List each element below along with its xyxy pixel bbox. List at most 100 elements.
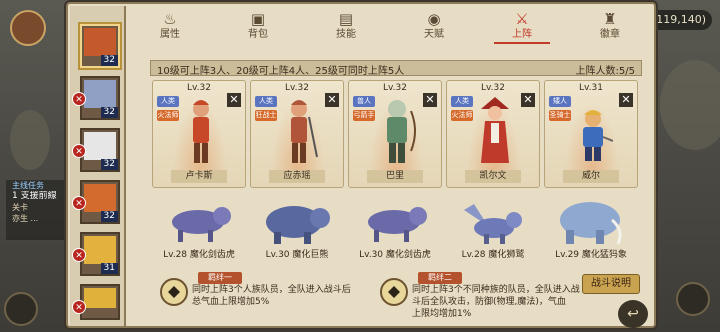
remove-hero-button[interactable]: ✕ xyxy=(521,93,535,107)
mount-label: Lv.30 魔化剑齿虎 xyxy=(359,250,431,260)
roster-hero[interactable]: ✕ 32 xyxy=(72,180,120,224)
hero-card[interactable]: Lv.32 ✕ 人类 火法师 卢卡斯 xyxy=(152,80,246,188)
mount-slot[interactable]: Lv.30 魔化巨熊 xyxy=(250,196,344,260)
swap-icon: ✕ xyxy=(72,144,86,158)
class-tag: 火法师 xyxy=(157,110,179,121)
class-tag: 火法师 xyxy=(451,110,473,121)
bond-title: 羁绊二 xyxy=(418,272,462,284)
hero-portrait xyxy=(84,236,116,264)
race-tag: 兽人 xyxy=(353,96,375,107)
battle-info-button[interactable]: 战斗说明 xyxy=(582,274,640,294)
hero-card[interactable]: Lv.32 ✕ 人类 狂战士 应赤瑶 xyxy=(250,80,344,188)
lineup-info-bar: 10级可上阵3人、20级可上阵4人、25级可同时上阵5人 上阵人数:5/5 xyxy=(150,60,642,77)
book-icon: ▤ xyxy=(338,10,354,28)
player-avatar[interactable] xyxy=(10,10,46,46)
quest-line-2: 关卡 xyxy=(12,203,28,212)
tab-label: 天赋 xyxy=(424,29,444,40)
remove-hero-button[interactable]: ✕ xyxy=(227,93,241,107)
roster-hero[interactable]: ✕ 32 xyxy=(72,76,120,120)
roster-level: 32 xyxy=(100,159,118,170)
mount-slot[interactable]: Lv.30 魔化剑齿虎 xyxy=(348,196,442,260)
flame-icon: ♨ xyxy=(163,10,177,28)
remove-hero-button[interactable]: ✕ xyxy=(325,93,339,107)
eye-icon: ◉ xyxy=(427,10,441,28)
sabertooth-sprite xyxy=(172,207,231,242)
swap-icon: ✕ xyxy=(72,300,86,314)
bottom-left-button[interactable] xyxy=(4,292,38,326)
tab-label: 徽章 xyxy=(600,29,620,40)
tab-skills[interactable]: ▤ 技能 xyxy=(318,8,374,44)
swap-icon: ✕ xyxy=(72,248,86,262)
hero-name: 凯尔文 xyxy=(465,170,521,183)
class-tag: 圣骑士 xyxy=(549,110,571,121)
roster-level: 32 xyxy=(100,107,118,118)
tab-badge[interactable]: ♜ 徽章 xyxy=(582,8,638,44)
hero-portrait xyxy=(84,28,116,56)
hero-sprite xyxy=(481,97,509,163)
tab-lineup[interactable]: ⚔ 上阵 xyxy=(494,8,550,44)
back-arrow-icon[interactable]: ↩ xyxy=(618,300,648,328)
hero-name: 巴里 xyxy=(367,170,423,183)
bond-badge-icon xyxy=(380,278,408,306)
race-tag: 人类 xyxy=(157,96,179,107)
hero-card[interactable]: Lv.32 ✕ 人类 火法师 凯尔文 xyxy=(446,80,540,188)
roster-hero[interactable]: 32 xyxy=(80,24,120,68)
roster-hero[interactable]: ✕ 32 xyxy=(72,128,120,172)
tab-attributes[interactable]: ♨ 属性 xyxy=(142,8,198,44)
roster-hero[interactable]: ✕ xyxy=(72,284,120,320)
bond-two: 羁绊二 同时上阵3个不同种族的队员，全队进入战 斗后全队攻击，防御(物理,魔法)… xyxy=(380,272,580,324)
hero-sprite xyxy=(387,100,416,163)
hero-portrait xyxy=(84,132,116,160)
bond-badge-icon xyxy=(160,278,188,306)
hero-sprite xyxy=(583,110,613,161)
roster-level: 32 xyxy=(100,211,118,222)
left-hud: 主线任务 1 支援前線 关卡 亦生 ... xyxy=(0,0,72,332)
hero-portrait xyxy=(84,80,116,108)
bond-one: 羁绊一 同时上阵3个人族队员，全队进入战斗后 总气血上限增加5% xyxy=(160,272,370,324)
hero-level: Lv.32 xyxy=(285,83,309,93)
remove-hero-button[interactable]: ✕ xyxy=(423,93,437,107)
hero-level: Lv.31 xyxy=(579,83,603,93)
hero-card[interactable]: Lv.31 ✕ 矮人 圣骑士 威尔 xyxy=(544,80,638,188)
quest-tracker[interactable]: 主线任务 1 支援前線 关卡 亦生 ... xyxy=(6,180,72,240)
race-tag: 人类 xyxy=(451,96,473,107)
quest-title: 主线任务 xyxy=(12,181,44,190)
roster-level: 32 xyxy=(100,55,118,66)
mount-slot[interactable]: Lv.28 魔化狮鹫 xyxy=(446,196,540,260)
lineup-rule-text: 10级可上阵3人、20级可上阵4人、25级可同时上阵5人 xyxy=(157,66,405,77)
hero-level: Lv.32 xyxy=(383,83,407,93)
bottom-right-button[interactable] xyxy=(676,282,710,316)
tab-backpack[interactable]: ▣ 背包 xyxy=(230,8,286,44)
mount-label: Lv.29 魔化猛犸象 xyxy=(555,250,627,260)
bond-description: 同时上阵3个人族队员，全队进入战斗后 总气血上限增加5% xyxy=(192,285,351,307)
race-tag: 人类 xyxy=(255,96,277,107)
hero-sprite xyxy=(291,100,318,163)
tab-bar: ♨ 属性 ▣ 背包 ▤ 技能 ◉ 天赋 ⚔ 上阵 ♜ 徽章 xyxy=(128,8,648,44)
bag-icon: ▣ xyxy=(250,10,266,28)
roster-hero[interactable]: ✕ 31 xyxy=(72,232,120,276)
mammoth-sprite xyxy=(560,202,622,245)
hero-portrait xyxy=(84,288,116,308)
bear-sprite xyxy=(266,206,330,244)
coin-counter: 119,140) xyxy=(646,10,712,30)
tab-label: 背包 xyxy=(248,29,268,40)
hero-roster: 32 ✕ 32 ✕ 32 ✕ 32 ✕ 31 ✕ xyxy=(70,6,126,326)
hero-name: 应赤瑶 xyxy=(269,170,325,183)
quest-line-3: 亦生 ... xyxy=(12,214,39,223)
bond-description: 同时上阵3个不同种族的队员，全队进入战 斗后全队攻击，防御(物理,魔法)，气血 … xyxy=(412,285,580,319)
remove-hero-button[interactable]: ✕ xyxy=(619,93,633,107)
mount-slot[interactable]: Lv.28 魔化剑齿虎 xyxy=(152,196,246,260)
roster-level: 31 xyxy=(100,263,118,274)
tab-label: 技能 xyxy=(336,29,356,40)
hero-card[interactable]: Lv.32 ✕ 兽人 弓箭手 巴里 xyxy=(348,80,442,188)
hero-level: Lv.32 xyxy=(187,83,211,93)
tab-talent[interactable]: ◉ 天赋 xyxy=(406,8,462,44)
hero-level: Lv.32 xyxy=(481,83,505,93)
hero-name: 卢卡斯 xyxy=(171,170,227,183)
mount-label: Lv.28 魔化狮鹫 xyxy=(461,250,525,260)
class-tag: 弓箭手 xyxy=(353,110,375,121)
hero-sprite xyxy=(193,100,209,163)
mount-slot[interactable]: Lv.29 魔化猛犸象 xyxy=(544,196,638,260)
quest-line-1: 1 支援前線 xyxy=(12,191,57,201)
griffin-sprite xyxy=(464,204,522,244)
